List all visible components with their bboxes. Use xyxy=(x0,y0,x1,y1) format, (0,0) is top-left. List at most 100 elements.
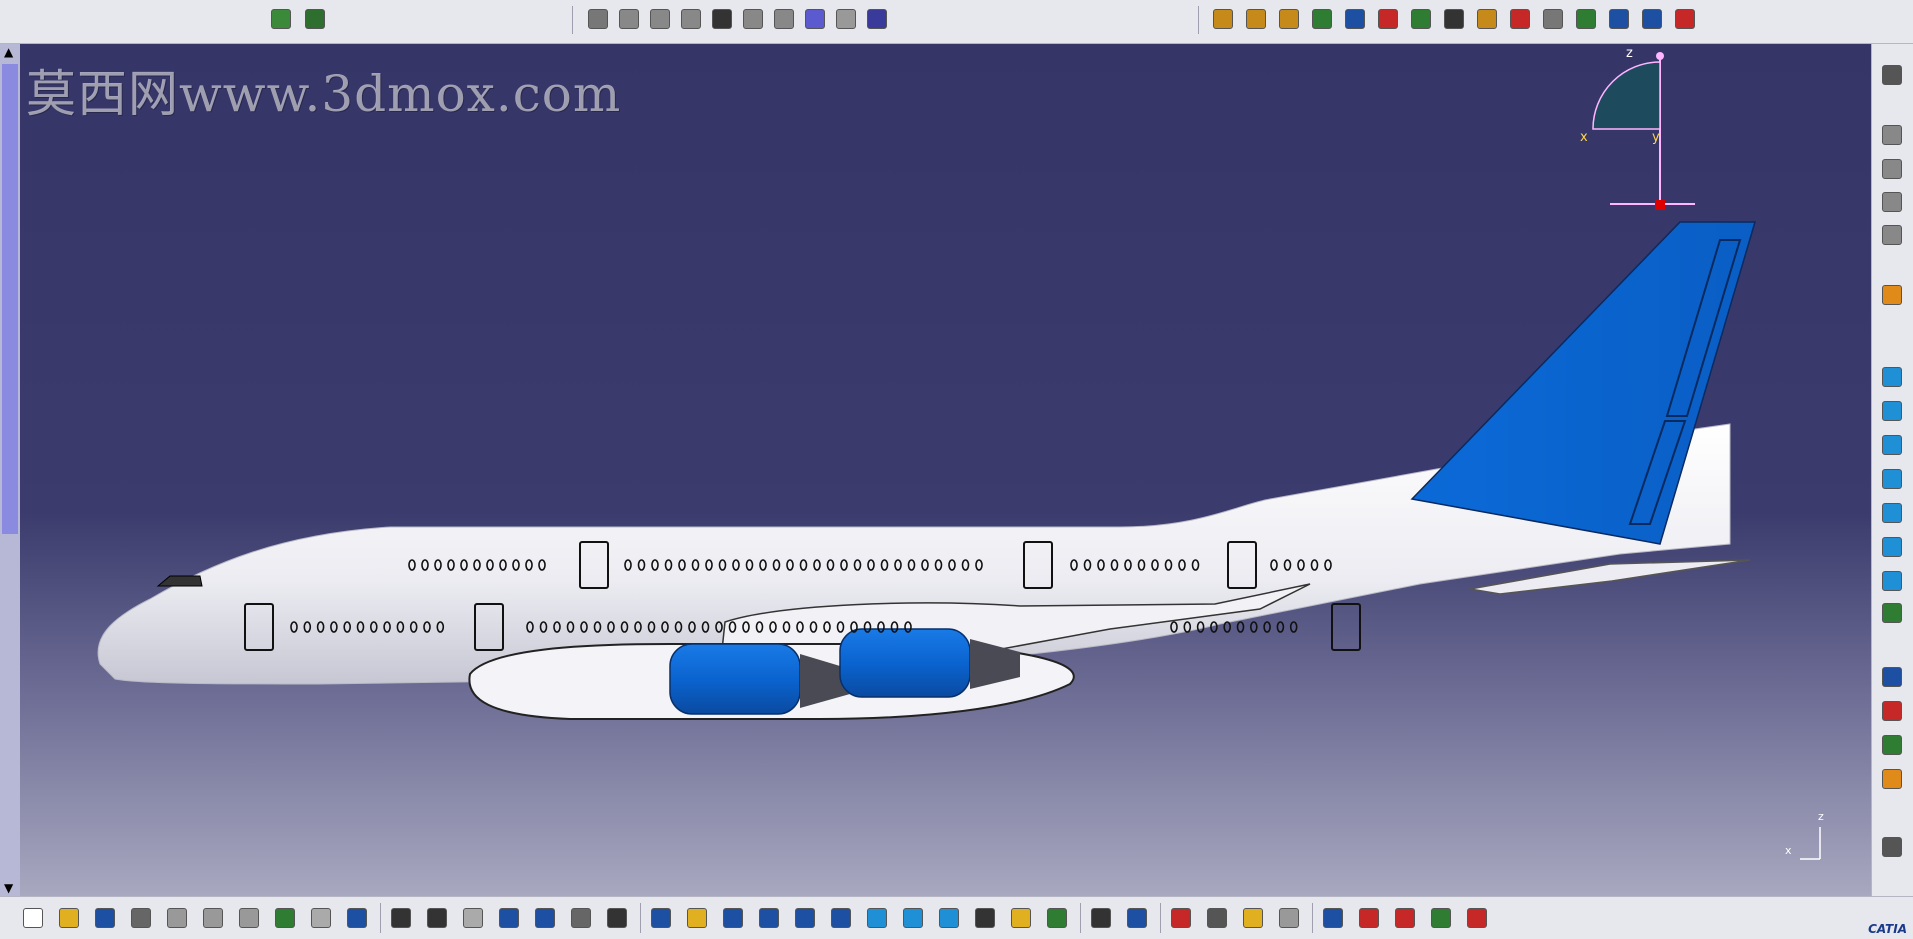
zoom-out-button[interactable] xyxy=(828,905,854,931)
iso-view-button[interactable] xyxy=(936,905,962,931)
tree-button[interactable] xyxy=(1639,6,1665,32)
shape-button[interactable] xyxy=(647,6,673,32)
pencil-button[interactable] xyxy=(740,6,766,32)
material-button[interactable] xyxy=(1320,905,1346,931)
gears-button[interactable] xyxy=(1243,6,1269,32)
iso-view-icon xyxy=(939,908,959,928)
hierarchy-button[interactable] xyxy=(532,905,558,931)
anchor-button[interactable] xyxy=(709,6,735,32)
paste-button[interactable] xyxy=(236,905,262,931)
scan-icon xyxy=(1279,908,1299,928)
shading-button[interactable] xyxy=(972,905,998,931)
analysis-button[interactable] xyxy=(1879,156,1905,182)
list-button[interactable] xyxy=(604,905,630,931)
swap-space-button[interactable] xyxy=(1879,732,1905,758)
lock-button[interactable] xyxy=(568,905,594,931)
grid-button[interactable] xyxy=(864,6,890,32)
multi-view-button[interactable] xyxy=(1879,766,1905,792)
comment-button[interactable] xyxy=(424,905,450,931)
airplane-model[interactable] xyxy=(20,44,1872,896)
view-left-button[interactable] xyxy=(1879,466,1905,492)
pan-button[interactable] xyxy=(720,905,746,931)
cut-button[interactable] xyxy=(164,905,190,931)
fit-all-button[interactable] xyxy=(684,905,710,931)
chart-button[interactable] xyxy=(1507,6,1533,32)
apply-material-button[interactable] xyxy=(1879,62,1905,88)
3d-viewport[interactable]: 莫西网www.3dmox.com z x y z x xyxy=(20,44,1872,896)
rotate-button[interactable] xyxy=(756,905,782,931)
copy-button[interactable] xyxy=(200,905,226,931)
view-back-button[interactable] xyxy=(1879,432,1905,458)
wand-button[interactable] xyxy=(1606,6,1632,32)
select-button[interactable] xyxy=(1879,282,1905,308)
named-views-button[interactable] xyxy=(1879,600,1905,626)
apply-material-button[interactable] xyxy=(1356,905,1382,931)
knowledge-button[interactable] xyxy=(268,6,294,32)
tree-button[interactable] xyxy=(1672,6,1698,32)
view-top-button[interactable] xyxy=(1879,534,1905,560)
render-button[interactable] xyxy=(1879,664,1905,690)
fly-mode-button[interactable] xyxy=(648,905,674,931)
grid-snap-button[interactable] xyxy=(1464,905,1490,931)
view-bottom-button[interactable] xyxy=(1879,568,1905,594)
analysis-button[interactable] xyxy=(1879,189,1905,215)
measure-inertia-button[interactable] xyxy=(1240,905,1266,931)
part-button[interactable] xyxy=(616,6,642,32)
analysis-button[interactable] xyxy=(1879,222,1905,248)
table-icon xyxy=(1477,9,1497,29)
compass-z-label: z xyxy=(1626,46,1633,61)
knowledge-button[interactable] xyxy=(302,6,328,32)
view-iso-button[interactable] xyxy=(1879,364,1905,390)
gears-button[interactable] xyxy=(1276,6,1302,32)
text-button[interactable] xyxy=(1441,6,1467,32)
gears-button[interactable] xyxy=(1210,6,1236,32)
formula-button[interactable] xyxy=(388,905,414,931)
show-hide-button[interactable] xyxy=(1008,905,1034,931)
sketch-button[interactable] xyxy=(585,6,611,32)
hide-show-button[interactable] xyxy=(1879,698,1905,724)
rule-button[interactable] xyxy=(771,6,797,32)
cube-button[interactable] xyxy=(1573,6,1599,32)
view-front-button[interactable] xyxy=(1879,398,1905,424)
left-scroll-strip[interactable]: ▲ ▼ xyxy=(0,44,20,896)
open-button[interactable] xyxy=(56,905,82,931)
print-button[interactable] xyxy=(128,905,154,931)
measure-between-button[interactable] xyxy=(1168,905,1194,931)
normal-view-button[interactable] xyxy=(864,905,890,931)
swap-visible-button[interactable] xyxy=(1044,905,1070,931)
undo-button[interactable] xyxy=(272,905,298,931)
analysis-button[interactable] xyxy=(1879,122,1905,148)
support-button[interactable] xyxy=(678,6,704,32)
new-icon xyxy=(23,908,43,928)
edit-button[interactable] xyxy=(1342,6,1368,32)
remove-button[interactable] xyxy=(1375,6,1401,32)
save-button[interactable] xyxy=(92,905,118,931)
bottom-toolbar: CATIA xyxy=(0,896,1913,939)
scroll-up-icon[interactable]: ▲ xyxy=(4,46,16,58)
new-button[interactable] xyxy=(20,905,46,931)
settings-button[interactable] xyxy=(1540,6,1566,32)
design-table-button[interactable] xyxy=(496,905,522,931)
measure-item-button[interactable] xyxy=(1204,905,1230,931)
reaction-button[interactable] xyxy=(460,905,486,931)
scroll-thumb[interactable] xyxy=(2,64,18,534)
apply-color-button[interactable] xyxy=(1392,905,1418,931)
redo-button[interactable] xyxy=(308,905,334,931)
window xyxy=(1236,621,1245,633)
multi-view-button[interactable] xyxy=(900,905,926,931)
view-right-button[interactable] xyxy=(1879,500,1905,526)
refresh-button[interactable] xyxy=(833,6,859,32)
zoom-in-button[interactable] xyxy=(792,905,818,931)
link-button[interactable] xyxy=(802,6,828,32)
catalog-button[interactable] xyxy=(1124,905,1150,931)
whats-this-button[interactable] xyxy=(344,905,370,931)
scroll-down-icon[interactable]: ▼ xyxy=(4,882,16,894)
capture-button[interactable] xyxy=(1088,905,1114,931)
multi-color-button[interactable] xyxy=(1428,905,1454,931)
table-button[interactable] xyxy=(1474,6,1500,32)
design-table-icon xyxy=(499,908,519,928)
export-button[interactable] xyxy=(1408,6,1434,32)
scan-button[interactable] xyxy=(1276,905,1302,931)
import-button[interactable] xyxy=(1309,6,1335,32)
measure-button[interactable] xyxy=(1879,834,1905,860)
